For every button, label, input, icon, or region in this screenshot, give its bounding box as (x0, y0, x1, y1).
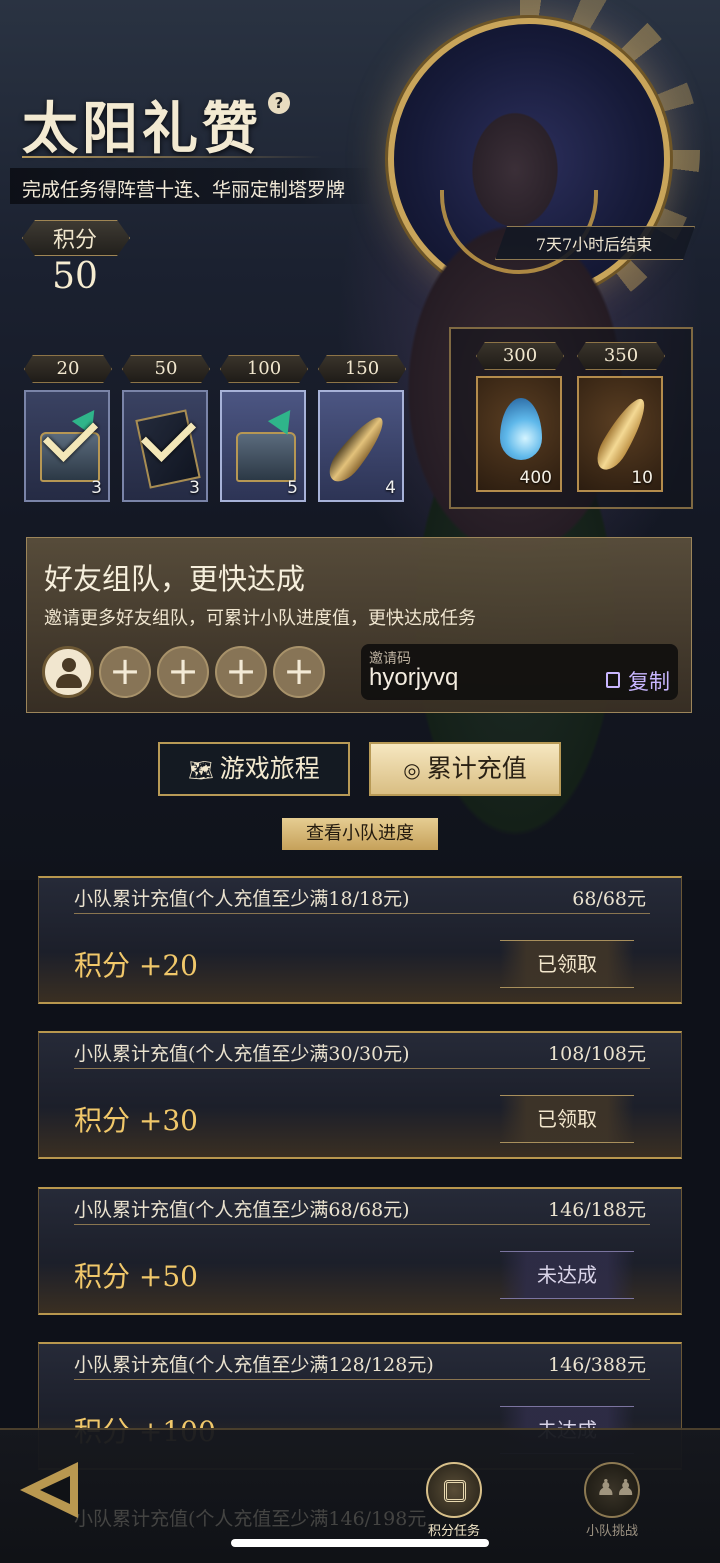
copy-icon[interactable] (606, 672, 620, 688)
reward-threshold: 20 (24, 355, 112, 383)
reward-count: 4 (385, 478, 396, 498)
avatar[interactable] (42, 646, 94, 698)
task-points: 积分 +50 (74, 1260, 198, 1293)
back-arrow-inner (40, 1476, 70, 1504)
task-progress: 68/68元 (572, 888, 646, 910)
reward-card[interactable]: 3 (24, 390, 110, 502)
task-title: 小队累计充值(个人充值至少满68/68元) (74, 1199, 410, 1221)
coin-stack-icon (426, 1462, 482, 1518)
title-divider (22, 156, 322, 158)
task-progress: 108/108元 (548, 1043, 646, 1065)
recharge-icon: ◎ (403, 758, 421, 782)
map-icon: 🗺 (188, 758, 214, 782)
users-glyph: ♟♟ (596, 1476, 636, 1501)
reward-count: 10 (631, 468, 653, 488)
treasure-chest-icon (236, 432, 296, 482)
gold-feather-icon (590, 392, 654, 476)
nav-label: 小队挑战 (585, 1524, 638, 1539)
add-friend-button[interactable]: + (273, 646, 325, 698)
page-title: 太阳礼赞 (22, 96, 262, 162)
feather-icon (322, 410, 392, 488)
reward-count: 3 (91, 478, 102, 498)
team-icon: ♟♟ (584, 1462, 640, 1518)
team-title: 好友组队，更快达成 (44, 562, 306, 596)
tab-label: 累计充值 (426, 754, 527, 783)
team-description: 邀请更多好友组队，可累计小队进度值，更快达成任务 (44, 608, 476, 629)
invite-code-value: hyorjyvq (369, 664, 459, 691)
partial-task-title: 小队累计充值(个人充值至少满146/198元 (74, 1508, 427, 1530)
add-friend-button[interactable]: + (215, 646, 267, 698)
copy-button[interactable]: 复制 (628, 666, 670, 696)
coins-glyph (444, 1480, 466, 1502)
grand-reward-card[interactable]: 10 (577, 376, 663, 492)
points-value: 50 (52, 256, 98, 297)
reward-threshold: 300 (476, 342, 564, 370)
task-divider (74, 1224, 650, 1225)
reward-card[interactable]: 5 (220, 390, 306, 502)
nav-team-challenge[interactable]: ♟♟ 小队挑战 (576, 1462, 648, 1539)
tab-cumulative-recharge[interactable]: ◎ 累计充值 (369, 742, 561, 796)
blue-gem-icon (500, 398, 542, 460)
add-friend-button[interactable]: + (157, 646, 209, 698)
tab-game-journey[interactable]: 🗺 游戏旅程 (158, 742, 350, 796)
view-team-progress-button[interactable]: 查看小队进度 (282, 818, 438, 850)
upgrade-arrow-icon (267, 403, 301, 435)
task-divider (74, 1068, 650, 1069)
task-progress: 146/388元 (548, 1354, 646, 1376)
reward-threshold: 150 (318, 355, 406, 383)
reward-count: 400 (519, 468, 552, 488)
claimed-badge: 已领取 (500, 940, 634, 988)
event-subtitle: 完成任务得阵营十连、华丽定制塔罗牌 (22, 179, 346, 201)
task-divider (74, 1379, 650, 1380)
task-title: 小队累计充值(个人充值至少满30/30元) (74, 1043, 410, 1065)
reward-threshold: 350 (577, 342, 665, 370)
reward-card[interactable]: 3 (122, 390, 208, 502)
task-title: 小队累计充值(个人充值至少满18/18元) (74, 888, 410, 910)
countdown-text: 7天7小时后结束 (535, 235, 653, 254)
user-icon-body (56, 674, 82, 688)
nav-label: 积分任务 (427, 1524, 480, 1539)
task-points: 积分 +30 (74, 1104, 198, 1137)
reward-threshold: 50 (122, 355, 210, 383)
tab-label: 游戏旅程 (219, 754, 320, 783)
user-icon (62, 658, 76, 672)
help-icon[interactable]: ? (268, 92, 290, 114)
task-title: 小队累计充值(个人充值至少满128/128元) (74, 1354, 434, 1376)
claimed-badge: 已领取 (500, 1095, 634, 1143)
grand-reward-card[interactable]: 400 (476, 376, 562, 492)
reward-card[interactable]: 4 (318, 390, 404, 502)
task-progress: 146/188元 (548, 1199, 646, 1221)
not-achieved-badge: 未达成 (500, 1251, 634, 1299)
home-indicator[interactable] (231, 1539, 489, 1547)
points-label: 积分 (52, 228, 97, 253)
reward-count: 3 (189, 478, 200, 498)
nav-points-tasks[interactable]: 积分任务 (418, 1462, 490, 1539)
task-points: 积分 +20 (74, 949, 198, 982)
reward-threshold: 100 (220, 355, 308, 383)
reward-count: 5 (287, 478, 298, 498)
add-friend-button[interactable]: + (99, 646, 151, 698)
task-divider (74, 913, 650, 914)
